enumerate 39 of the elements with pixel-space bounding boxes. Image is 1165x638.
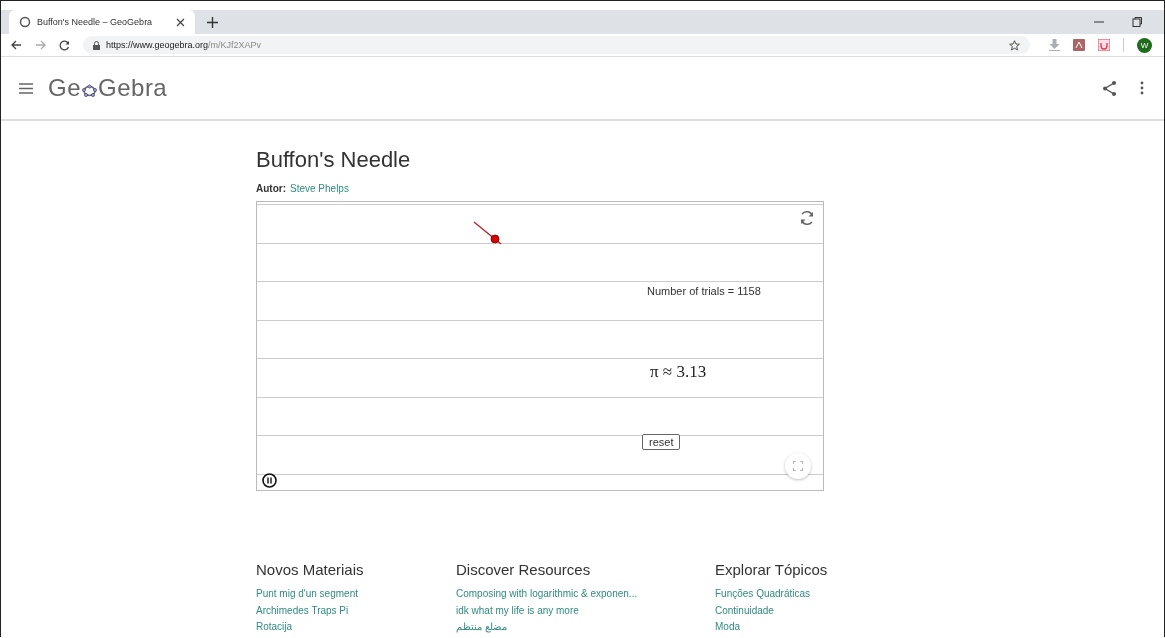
material-link[interactable]: Punt mig d'un segment (256, 586, 456, 603)
new-tab-icon[interactable] (207, 16, 218, 28)
refresh-icon[interactable] (799, 210, 815, 226)
author-label: Autor: (256, 183, 286, 194)
material-link[interactable]: مضلع منتظم (456, 619, 715, 636)
material-link[interactable]: Archimedes Traps Pi (256, 602, 456, 619)
more-icon[interactable] (1140, 81, 1144, 95)
back-icon[interactable] (11, 40, 22, 50)
material-link[interactable]: Rotacija (256, 619, 456, 636)
author-link[interactable]: Steve Phelps (290, 183, 349, 194)
fullscreen-icon (793, 461, 803, 471)
material-link[interactable]: Continuidade (715, 602, 915, 619)
browser-tab[interactable]: Buffon's Needle – GeoGebra (9, 10, 195, 34)
material-link[interactable]: Moda (715, 619, 915, 636)
tab-title: Buffon's Needle – GeoGebra (37, 17, 154, 27)
profile-avatar[interactable]: W (1137, 37, 1152, 53)
star-icon[interactable] (1009, 39, 1020, 51)
page-title: Buffon's Needle (256, 147, 412, 173)
applet-canvas[interactable]: Number of trials = 1158 π ≈ 3.13 reset (256, 201, 824, 491)
logo-icon (82, 82, 97, 98)
restore-icon[interactable] (1132, 17, 1142, 27)
address-field[interactable]: https://www.geogebra.org/m/KJf2XAPv (83, 36, 1030, 54)
logo-text: Ge (48, 74, 81, 102)
logo-text: Gebra (98, 74, 168, 102)
close-icon[interactable] (176, 17, 185, 27)
reset-button[interactable]: reset (642, 434, 681, 450)
material-link[interactable]: Funções Quadráticas (715, 586, 915, 603)
pi-estimate: π ≈ 3.13 (650, 362, 707, 382)
material-link[interactable]: Composing with logarithmic & exponen... (456, 586, 715, 603)
reload-icon[interactable] (59, 39, 70, 51)
section-heading: Explorar Tópicos (715, 561, 829, 578)
section-heading: Discover Resources (456, 561, 592, 578)
share-icon[interactable] (1103, 80, 1116, 96)
pause-icon[interactable] (262, 473, 277, 488)
lock-icon (93, 40, 100, 50)
url-text: https://www.geogebra.org/m/KJf2XAPv (106, 40, 262, 50)
menu-icon[interactable] (19, 82, 33, 94)
section-heading: Novos Materiais (256, 561, 365, 578)
material-link[interactable]: idk what my life is any more (456, 602, 715, 619)
